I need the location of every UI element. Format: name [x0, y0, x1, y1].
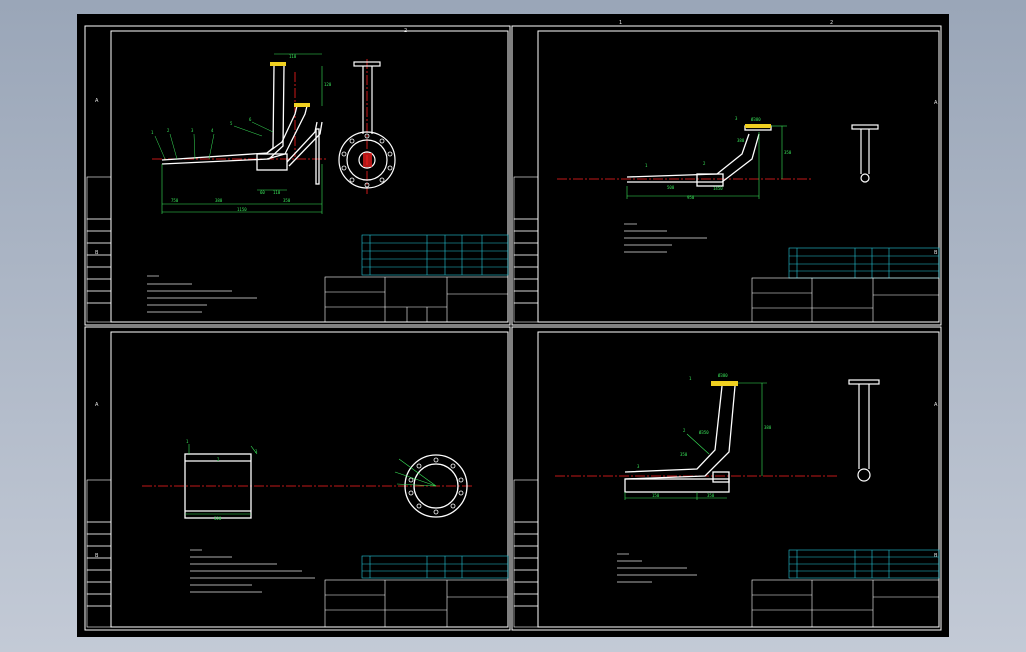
border-letter-a: A — [934, 100, 938, 106]
callout: 5 — [230, 121, 233, 126]
dim-label: Ø380 — [751, 117, 761, 122]
dim-label: 350 — [707, 493, 715, 498]
dim-label: 320 — [214, 516, 222, 521]
sheet-1: A B 2 110 120 750 380 1150 60 110 350 1 … — [84, 25, 511, 326]
dim-label: 1450 — [713, 186, 723, 191]
dim-label: 380 — [737, 138, 745, 143]
callout: 3 — [735, 116, 738, 121]
callout: 3 — [255, 449, 258, 454]
cad-viewport[interactable]: A B 2 110 120 750 380 1150 60 110 350 1 … — [77, 14, 949, 637]
dim-label: 60 — [260, 190, 265, 195]
top-mark: 2 — [830, 20, 833, 26]
dim-label: 110 — [273, 190, 281, 195]
dim-label: 110 — [289, 54, 297, 59]
dim-label: 350 — [784, 150, 792, 155]
border-letter-a: A — [95, 98, 99, 104]
dim-label: 150 — [652, 493, 660, 498]
dim-label: 350 — [283, 198, 291, 203]
dim-label: Ø350 — [699, 430, 709, 435]
dim-label: Ø380 — [718, 373, 728, 378]
dim-label: 500 — [667, 185, 675, 190]
border-letter-b: B — [934, 250, 938, 256]
border-letter-a: A — [95, 402, 99, 408]
border-letter-b: B — [934, 553, 938, 559]
callout: 2 — [683, 428, 686, 433]
top-mark: 1 — [619, 20, 622, 26]
sheet-3: A B 320 1 2 3 — [84, 326, 511, 631]
dim-label: 350 — [680, 452, 688, 457]
callout: 1 — [186, 439, 189, 444]
dim-label: 1150 — [237, 207, 247, 212]
callout: 1 — [689, 376, 692, 381]
callout: 4 — [211, 128, 214, 133]
top-mark: 2 — [404, 28, 407, 34]
callout: 2 — [703, 161, 706, 166]
drawing-canvas: A B 2 110 120 750 380 1150 60 110 350 1 … — [84, 20, 942, 631]
callout: 2 — [167, 128, 170, 133]
callout: 3 — [191, 128, 194, 133]
sheet-2: 1 2 A B Ø380 380 500 950 1450 350 1 2 3 — [511, 20, 942, 326]
callout: 6 — [249, 117, 252, 122]
callout: 1 — [645, 163, 648, 168]
border-letter-a: A — [934, 402, 938, 408]
dim-label: 380 — [215, 198, 223, 203]
callout: 3 — [637, 464, 640, 469]
callout: 1 — [151, 130, 154, 135]
dim-label: 380 — [764, 425, 772, 430]
dim-label: 750 — [171, 198, 179, 203]
dim-label: 120 — [324, 82, 332, 87]
dim-label: 950 — [687, 195, 695, 200]
sheet-4: A B Ø380 Ø350 350 380 150 350 1 2 3 — [511, 326, 942, 631]
